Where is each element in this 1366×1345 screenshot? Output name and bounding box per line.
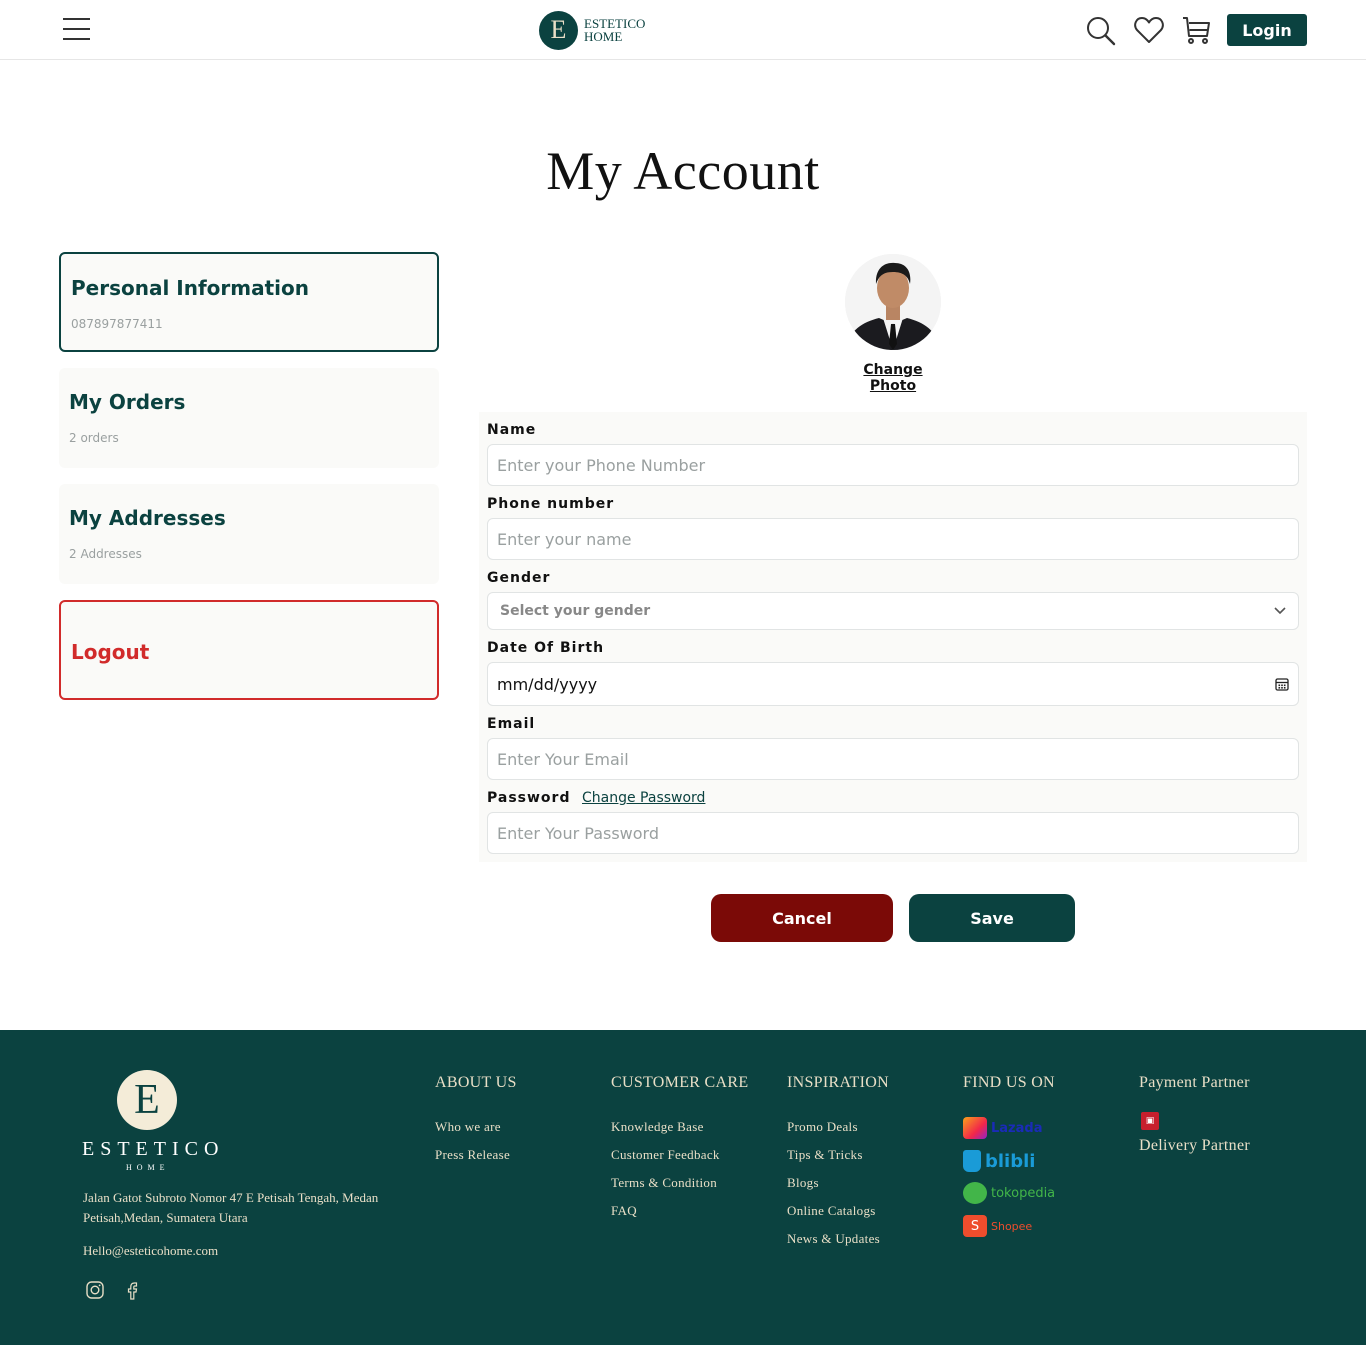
- sidebar-item-subtitle: 2 Addresses: [69, 547, 142, 561]
- shopee-icon: S: [963, 1215, 987, 1237]
- gender-select-value: Select your gender: [500, 603, 651, 619]
- change-password-link[interactable]: Change Password: [582, 790, 705, 806]
- chevron-down-icon: [1274, 607, 1286, 615]
- sidebar-item-my-addresses[interactable]: My Addresses 2 Addresses: [59, 484, 439, 584]
- instagram-icon[interactable]: [85, 1280, 105, 1300]
- change-photo-link[interactable]: Change Photo: [843, 362, 943, 394]
- footer-logo-badge: E: [117, 1070, 177, 1130]
- sidebar-item-title: Logout: [71, 640, 150, 664]
- lazada-icon: [963, 1117, 987, 1139]
- sidebar-item-personal-information[interactable]: Personal Information 087897877411: [59, 252, 439, 352]
- search-icon[interactable]: [1084, 14, 1116, 46]
- phone-label: Phone number: [487, 496, 615, 512]
- logo-line-2: HOME: [584, 29, 623, 44]
- footer-link-press-release[interactable]: Press Release: [435, 1147, 510, 1163]
- dob-value: mm/dd/yyyy: [497, 674, 598, 694]
- footer-link-terms[interactable]: Terms & Condition: [611, 1175, 717, 1191]
- name-input[interactable]: [487, 444, 1299, 486]
- email-label: Email: [487, 716, 536, 732]
- footer-link-online-catalogs[interactable]: Online Catalogs: [787, 1203, 876, 1219]
- blibli-link[interactable]: blibli: [963, 1149, 1035, 1173]
- brand-logo[interactable]: E ESTETICO HOME: [539, 10, 645, 50]
- sidebar-item-title: My Orders: [69, 390, 186, 414]
- footer-link-news-updates[interactable]: News & Updates: [787, 1231, 880, 1247]
- footer-link-who-we-are[interactable]: Who we are: [435, 1119, 501, 1135]
- site-footer: E ESTETICO HOME Jalan Gatot Subroto Nomo…: [0, 1030, 1366, 1345]
- footer-link-blogs[interactable]: Blogs: [787, 1175, 819, 1191]
- phone-input[interactable]: [487, 518, 1299, 560]
- tokopedia-icon: [963, 1182, 987, 1204]
- lazada-link[interactable]: Lazada: [963, 1116, 1042, 1140]
- sidebar-item-subtitle: 087897877411: [71, 317, 163, 331]
- blibli-icon: [963, 1150, 981, 1172]
- footer-address: Jalan Gatot Subroto Nomor 47 E Petisah T…: [83, 1190, 379, 1225]
- password-input[interactable]: [487, 812, 1299, 854]
- gender-label: Gender: [487, 570, 551, 586]
- tokopedia-link[interactable]: tokopedia: [963, 1181, 1055, 1205]
- footer-brand: ESTETICO: [82, 1138, 225, 1160]
- footer-payment-title: Payment Partner: [1139, 1074, 1250, 1091]
- footer-find-title: FIND US ON: [963, 1074, 1055, 1091]
- footer-brand-sub: HOME: [126, 1163, 170, 1172]
- blibli-label: blibli: [985, 1150, 1036, 1172]
- dob-label: Date Of Birth: [487, 640, 605, 656]
- page-title: My Account: [546, 141, 820, 201]
- avatar: [845, 254, 941, 350]
- menu-icon[interactable]: [63, 18, 91, 42]
- facebook-icon[interactable]: [122, 1280, 142, 1300]
- logo-text: ESTETICO HOME: [584, 17, 645, 43]
- logo-badge: E: [539, 10, 578, 50]
- footer-link-knowledge-base[interactable]: Knowledge Base: [611, 1119, 704, 1135]
- shopee-link[interactable]: S Shopee: [963, 1214, 1032, 1238]
- name-label: Name: [487, 422, 537, 438]
- footer-link-customer-feedback[interactable]: Customer Feedback: [611, 1147, 720, 1163]
- top-header: E ESTETICO HOME Login: [0, 0, 1366, 60]
- footer-email[interactable]: Hello@esteticohome.com: [83, 1243, 218, 1259]
- lazada-label: Lazada: [991, 1120, 1043, 1136]
- footer-care-title: CUSTOMER CARE: [611, 1074, 749, 1091]
- footer-link-tips-tricks[interactable]: Tips & Tricks: [787, 1147, 863, 1163]
- payment-partner-icon[interactable]: ▣: [1141, 1112, 1159, 1130]
- login-button[interactable]: Login: [1227, 14, 1307, 46]
- password-label: Password: [487, 790, 571, 806]
- sidebar-item-subtitle: 2 orders: [69, 431, 119, 445]
- sidebar-item-my-orders[interactable]: My Orders 2 orders: [59, 368, 439, 468]
- shopee-label: Shopee: [991, 1219, 1033, 1233]
- tokopedia-label: tokopedia: [991, 1185, 1056, 1201]
- dob-input[interactable]: mm/dd/yyyy: [487, 662, 1299, 706]
- sidebar-item-logout[interactable]: Logout: [59, 600, 439, 700]
- email-input[interactable]: [487, 738, 1299, 780]
- gender-select[interactable]: Select your gender: [487, 592, 1299, 630]
- save-button[interactable]: Save: [909, 894, 1075, 942]
- wishlist-heart-icon[interactable]: [1133, 14, 1165, 46]
- footer-inspiration-title: INSPIRATION: [787, 1074, 889, 1091]
- sidebar-item-title: My Addresses: [69, 506, 226, 530]
- footer-link-promo-deals[interactable]: Promo Deals: [787, 1119, 858, 1135]
- cancel-button[interactable]: Cancel: [711, 894, 893, 942]
- footer-about-title: ABOUT US: [435, 1074, 517, 1091]
- profile-photo: [845, 254, 941, 350]
- sidebar-item-title: Personal Information: [71, 276, 309, 300]
- cart-icon[interactable]: [1181, 14, 1213, 46]
- footer-link-faq[interactable]: FAQ: [611, 1203, 637, 1219]
- calendar-icon[interactable]: [1275, 677, 1289, 691]
- footer-delivery-title: Delivery Partner: [1139, 1137, 1250, 1154]
